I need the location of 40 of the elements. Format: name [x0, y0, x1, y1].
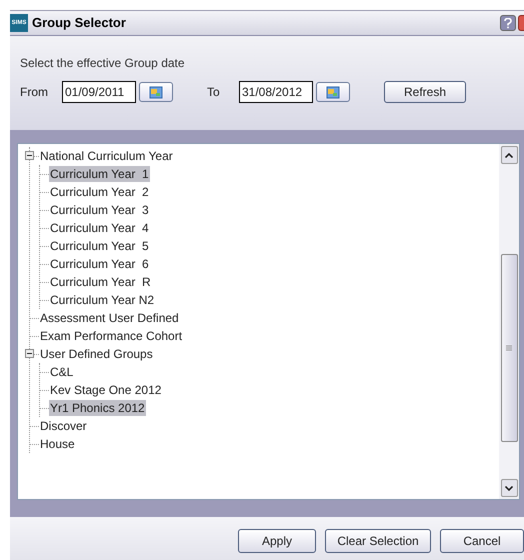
to-date-field[interactable]: 31/08/2012 — [239, 81, 313, 103]
calendar-icon — [326, 85, 340, 99]
tree-item[interactable]: Curriculum Year 5 — [49, 238, 150, 254]
tree-item[interactable]: Assessment User Defined — [39, 310, 180, 326]
grip-icon — [506, 344, 512, 352]
calendar-button[interactable] — [316, 82, 350, 102]
scroll-up-button[interactable] — [500, 146, 518, 164]
tree-item[interactable]: Yr1 Phonics 2012 — [49, 400, 146, 416]
tree-item[interactable]: Exam Performance Cohort — [39, 328, 184, 344]
tree-item[interactable]: Discover — [39, 418, 88, 434]
scrollbar-thumb[interactable] — [500, 254, 518, 442]
scroll-down-button[interactable] — [500, 479, 518, 497]
tree-item[interactable]: Curriculum Year N2 — [49, 292, 156, 308]
from-date-field[interactable]: 01/09/2011 — [62, 81, 136, 103]
date-prompt: Select the effective Group date — [20, 55, 186, 72]
calendar-icon — [149, 85, 163, 99]
tree-item[interactable]: Curriculum Year 2 — [49, 184, 150, 200]
from-label: From — [20, 84, 49, 101]
question-mark-icon — [504, 18, 512, 28]
close-button[interactable] — [518, 15, 524, 31]
tree-item[interactable]: Curriculum Year 6 — [49, 256, 150, 272]
tree-item[interactable]: National Curriculum Year — [39, 148, 174, 164]
refresh-button[interactable]: Refresh — [384, 81, 466, 103]
dialog-button[interactable]: Cancel — [440, 529, 524, 553]
tree-item[interactable]: C&L — [49, 364, 74, 380]
tree-item[interactable]: User Defined Groups — [39, 346, 154, 362]
collapse-icon[interactable] — [25, 349, 34, 358]
dialog-button[interactable]: Apply — [238, 529, 316, 553]
dialog-button[interactable]: Clear Selection — [325, 529, 431, 553]
tree-item[interactable]: Kev Stage One 2012 — [49, 382, 162, 398]
tree-item[interactable]: Curriculum Year 1 — [49, 166, 150, 182]
to-label: To — [207, 84, 221, 101]
tree-item[interactable]: House — [39, 436, 76, 452]
tree-item[interactable]: Curriculum Year 3 — [49, 202, 150, 218]
help-button[interactable] — [500, 15, 516, 31]
tree-item[interactable]: Curriculum Year 4 — [49, 220, 150, 236]
collapse-icon[interactable] — [25, 151, 34, 160]
calendar-button[interactable] — [139, 82, 173, 102]
window-title: Group Selector — [32, 14, 126, 32]
tree-item[interactable]: Curriculum Year R — [49, 274, 152, 290]
